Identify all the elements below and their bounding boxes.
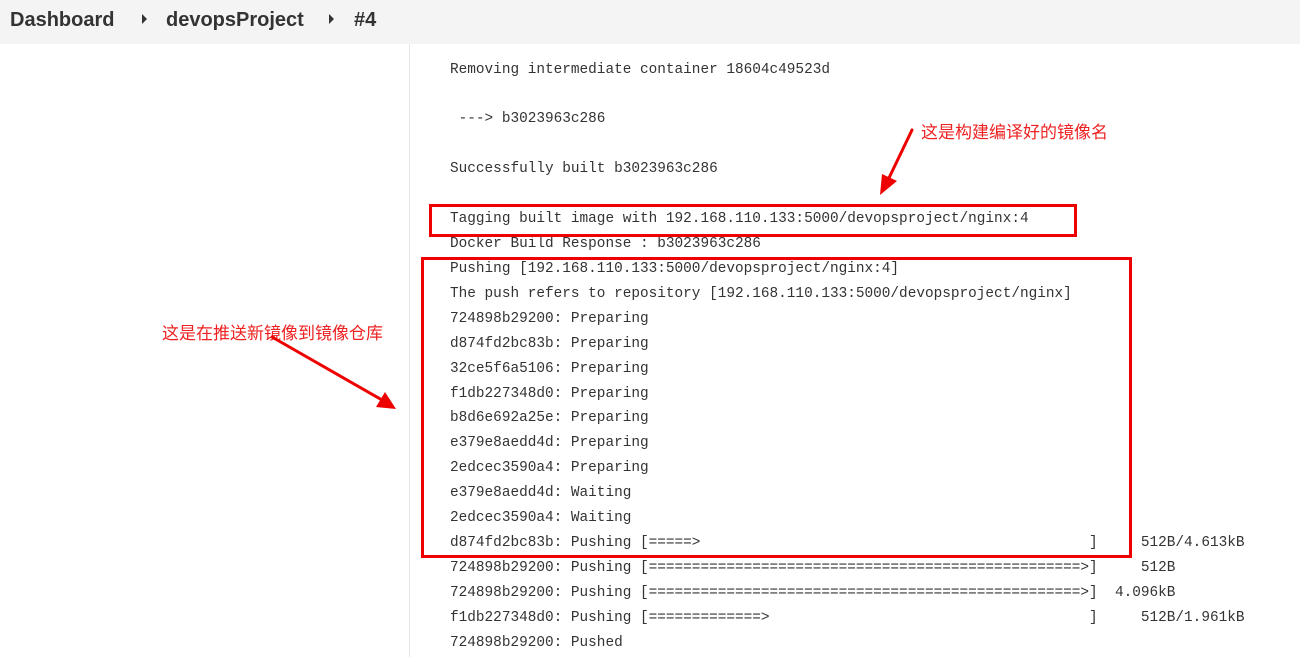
arrow-to-tagging-icon — [880, 128, 914, 195]
arrow-to-push-icon — [270, 335, 396, 409]
annotation-arrows — [270, 128, 914, 409]
